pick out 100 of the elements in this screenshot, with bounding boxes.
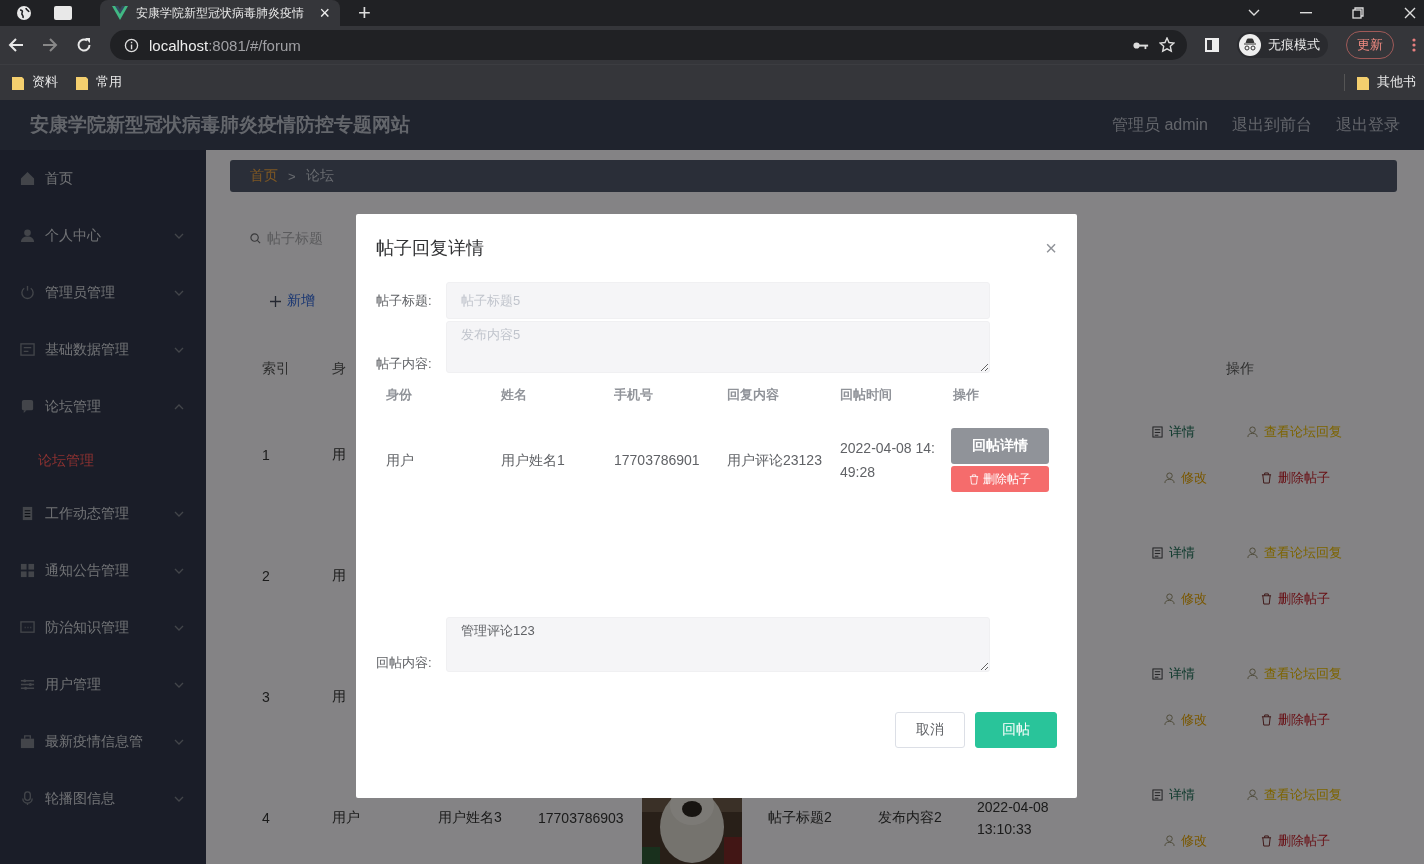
minimize-icon[interactable]: [1300, 12, 1312, 14]
microphone-icon: [20, 791, 35, 806]
person-icon: [20, 228, 35, 243]
person-icon: [1247, 788, 1258, 801]
table-cell-text: 17703786901: [613, 451, 701, 470]
action-link[interactable]: 详情: [1152, 422, 1207, 441]
reload-icon[interactable]: [76, 37, 92, 53]
column-header: 身: [332, 360, 346, 378]
table-cell: 4: [262, 809, 270, 826]
document-icon: [1152, 788, 1163, 801]
submit-button[interactable]: 回帖: [975, 712, 1057, 748]
message-icon: [20, 620, 35, 635]
home-icon: [20, 171, 35, 186]
bookmark[interactable]: 常用: [76, 74, 122, 91]
address-bar[interactable]: localhost:8081/#/forum: [110, 30, 1187, 60]
action-link[interactable]: 详情: [1152, 543, 1207, 562]
action-link[interactable]: 修改: [1152, 831, 1207, 850]
plus-icon: [270, 295, 281, 307]
sidebar-item[interactable]: 通知公告管理: [0, 542, 206, 599]
person-icon: [1247, 546, 1258, 559]
key-icon[interactable]: [1133, 40, 1149, 50]
sidebar-item[interactable]: 轮播图信息: [0, 770, 206, 827]
sidebar-item[interactable]: 首页: [0, 150, 206, 207]
header-link[interactable]: 退出到前台: [1232, 114, 1312, 136]
action-link[interactable]: 修改: [1152, 468, 1207, 487]
table-cell: 用户: [332, 808, 360, 827]
sliders-icon: [20, 677, 35, 692]
breadcrumb-item[interactable]: 首页: [250, 167, 278, 185]
delete-button[interactable]: 删除帖子: [951, 466, 1049, 492]
bookmark[interactable]: 其他书: [1344, 74, 1416, 91]
table-cell: 发布内容2: [878, 808, 942, 827]
table-cell-text: 用户: [385, 451, 415, 470]
action-link[interactable]: 删除帖子: [1247, 831, 1342, 850]
reply-detail-button[interactable]: 回帖详情: [951, 428, 1049, 464]
sidebar-item[interactable]: 防治知识管理: [0, 599, 206, 656]
folder-icon: [1357, 75, 1369, 90]
trash-icon: [1261, 592, 1272, 605]
table-cell-text: 2022-04-08 13:10:33: [977, 797, 1050, 839]
table-cell: 3: [262, 688, 270, 705]
sidebar-item[interactable]: 基础数据管理: [0, 321, 206, 378]
more-icon[interactable]: [1412, 38, 1416, 52]
restore-icon[interactable]: [1352, 7, 1364, 19]
action-link[interactable]: 删除帖子: [1247, 589, 1342, 608]
user-label: 管理员 admin: [1111, 114, 1208, 135]
search-icon: [250, 232, 261, 244]
trash-icon: [969, 473, 979, 485]
sidebar-item[interactable]: 工作动态管理: [0, 485, 206, 542]
document-icon: [20, 506, 35, 521]
column-header: 姓名: [500, 386, 528, 404]
chevron-down-icon[interactable]: [1248, 9, 1260, 17]
breadcrumb-item: 论坛: [305, 167, 334, 185]
table-cell: 用: [332, 445, 346, 464]
globe-icon[interactable]: [16, 5, 32, 21]
cancel-button[interactable]: 取消: [895, 712, 965, 748]
sidepanel-icon[interactable]: [1205, 38, 1219, 52]
action-link[interactable]: 修改: [1152, 710, 1207, 729]
close-icon[interactable]: [1404, 7, 1416, 19]
trash-icon: [1261, 471, 1272, 484]
action-link[interactable]: 详情: [1152, 664, 1207, 683]
star-icon[interactable]: [1159, 37, 1175, 53]
add-button[interactable]: 新增: [270, 286, 315, 316]
column-header: 手机号: [613, 386, 654, 404]
action-link[interactable]: 删除帖子: [1247, 468, 1342, 487]
sidebar-item[interactable]: 用户管理: [0, 656, 206, 713]
person-icon: [1164, 834, 1175, 847]
table-cell: 帖子标题2: [768, 808, 832, 827]
tab-title: 安康学院新型冠状病毒肺炎疫情: [136, 4, 305, 22]
sidebar-item[interactable]: 最新疫情信息管: [0, 713, 206, 770]
new-tab-button[interactable]: +: [358, 2, 371, 24]
person-icon: [1164, 471, 1175, 484]
header-link[interactable]: 退出登录: [1336, 114, 1400, 136]
forward-icon[interactable]: [42, 37, 58, 53]
bookmark[interactable]: 资料: [12, 74, 58, 91]
close-icon[interactable]: ×: [1045, 238, 1057, 258]
incognito-icon: [1239, 34, 1261, 56]
dialog-title: 帖子回复详情: [376, 237, 484, 260]
info-icon: [124, 37, 139, 53]
sidebar-item[interactable]: 管理员管理: [0, 264, 206, 321]
field-label: 帖子内容:: [376, 355, 433, 373]
table-cell: 用户姓名3: [438, 808, 502, 827]
browser-tab[interactable]: 安康学院新型冠状病毒肺炎疫情 ×: [100, 0, 340, 26]
action-link[interactable]: 删除帖子: [1247, 710, 1342, 729]
action-link[interactable]: 详情: [1152, 785, 1207, 804]
table-cell: 用: [332, 687, 346, 706]
input-field[interactable]: 管理评论123: [446, 617, 990, 672]
person-icon: [1247, 667, 1258, 680]
site-title: 安康学院新型冠状病毒肺炎疫情防控专题网站: [30, 113, 410, 137]
document-icon: [1152, 425, 1163, 438]
close-icon[interactable]: ×: [319, 4, 330, 22]
grid-icon: [20, 563, 35, 578]
table-cell-text: 用户姓名1: [500, 451, 566, 470]
sidebar-subitem[interactable]: 论坛管理: [0, 435, 206, 485]
incognito-button[interactable]: 无痕模式: [1237, 32, 1328, 58]
action-link[interactable]: 修改: [1152, 589, 1207, 608]
back-icon[interactable]: [8, 37, 24, 53]
sidebar-item[interactable]: 个人中心: [0, 207, 206, 264]
document-icon: [1152, 546, 1163, 559]
table-cell: 2: [262, 567, 270, 584]
trash-icon: [1261, 713, 1272, 726]
sidebar-item[interactable]: 论坛管理: [0, 378, 206, 435]
